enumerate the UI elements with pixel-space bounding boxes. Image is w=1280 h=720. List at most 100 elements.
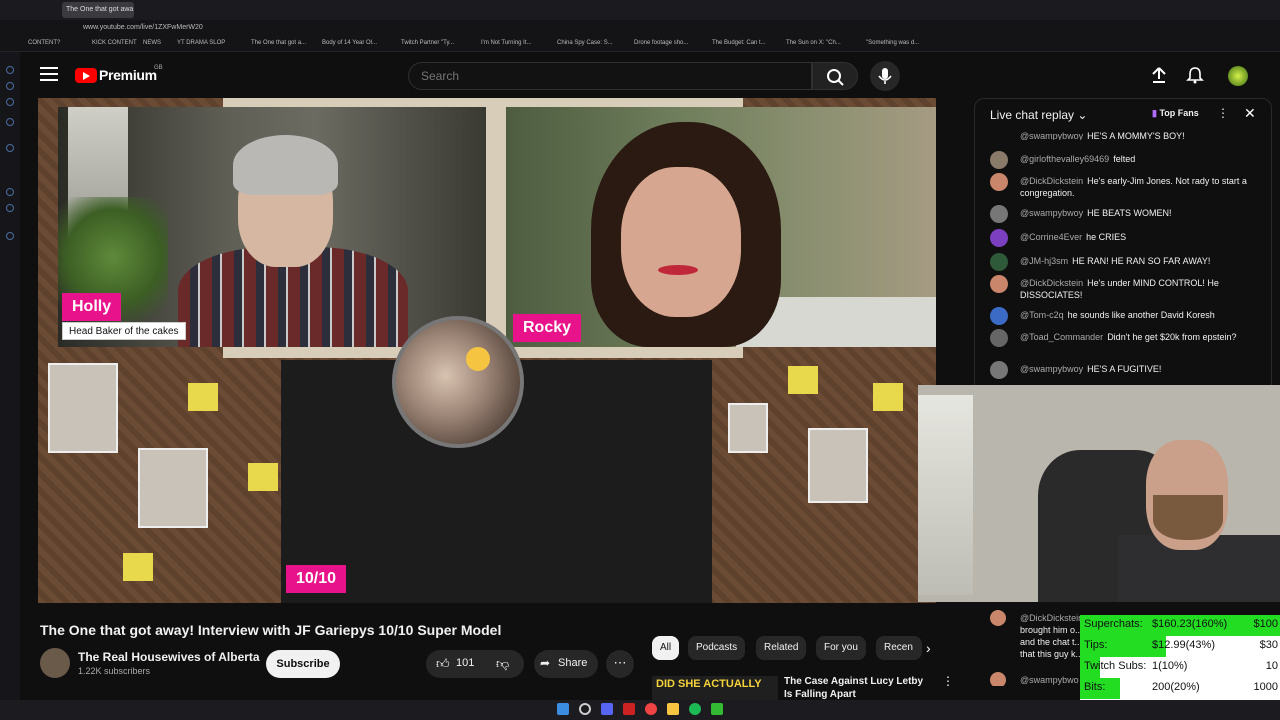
sidebar-icon[interactable] <box>6 66 14 74</box>
bookmark-item[interactable]: NEWS <box>143 40 161 46</box>
chip-all[interactable]: All <box>652 636 680 660</box>
more-actions-button[interactable]: ⋯ <box>606 650 634 678</box>
spotify-icon[interactable] <box>689 703 701 715</box>
like-icon[interactable]: 👍︎ <box>436 656 450 672</box>
goal-target: 1000 <box>1253 681 1278 693</box>
bookmark-item[interactable]: YT DRAMA SLOP <box>177 40 225 46</box>
chat-username[interactable]: @Tom-c2q <box>1020 310 1064 320</box>
goal-label: Tips: <box>1084 639 1108 651</box>
bookmark-item[interactable]: KICK CONTENT <box>92 40 137 46</box>
goal-row: Bits: 200(20%) 1000 <box>1080 678 1280 699</box>
chat-username[interactable]: @DickDickstein <box>1020 176 1083 186</box>
chat-avatar[interactable] <box>990 173 1008 191</box>
search-icon[interactable] <box>579 703 591 715</box>
voice-search-button[interactable] <box>870 61 900 91</box>
sidebar-icon[interactable] <box>6 188 14 196</box>
chevron-right-icon[interactable]: › <box>926 640 931 656</box>
discord-icon[interactable] <box>601 703 613 715</box>
bookmark-item[interactable]: Twitch Partner "Ty... <box>401 40 454 46</box>
menu-icon[interactable] <box>40 67 58 81</box>
opera-icon[interactable] <box>623 703 635 715</box>
notifications-bell-icon[interactable] <box>1186 66 1204 84</box>
guest-name-tag: 10/10 <box>286 565 347 593</box>
chat-avatar[interactable] <box>990 205 1008 223</box>
bookmark-item[interactable]: Body of 14 Year Ol... <box>322 40 377 46</box>
top-fans-badge[interactable]: ▮ Top Fans <box>1152 108 1199 119</box>
chat-username[interactable]: @swampybwo <box>1020 674 1080 686</box>
share-icon: ➦ <box>540 656 551 670</box>
chat-avatar[interactable] <box>990 672 1006 686</box>
upload-icon[interactable] <box>1150 66 1168 84</box>
premium-logo-text[interactable]: Premium <box>99 67 157 83</box>
chat-username[interactable]: @Toad_Commander <box>1020 332 1103 342</box>
chat-avatar[interactable] <box>990 229 1008 247</box>
goal-label: Twitch Subs: <box>1084 660 1147 672</box>
goal-target: $100 <box>1253 618 1278 630</box>
goal-target: 10 <box>1265 660 1278 672</box>
sidebar-icon[interactable] <box>6 144 14 152</box>
search-input[interactable] <box>408 62 812 90</box>
sidebar-icon[interactable] <box>6 118 14 126</box>
browser-icon[interactable] <box>645 703 657 715</box>
bookmark-item[interactable]: The Sun on X: "Ch... <box>786 40 841 46</box>
chat-avatar[interactable] <box>990 275 1008 293</box>
chat-mode-dropdown[interactable]: Live chat replay ⌄ <box>990 108 1087 122</box>
goal-row: Superchats: $160.23(160%) $100 <box>1080 615 1280 636</box>
chip-related[interactable]: Related <box>756 636 807 660</box>
chat-username[interactable]: @swampybwoy <box>1020 364 1083 374</box>
youtube-logo-icon[interactable] <box>75 68 97 83</box>
folder-icon[interactable] <box>667 703 679 715</box>
channel-name[interactable]: The Real Housewives of Alberta <box>78 650 260 664</box>
recommendation-title[interactable]: The Case Against Lucy Letby Is Falling A… <box>784 675 934 701</box>
chat-avatar[interactable] <box>990 329 1008 347</box>
goal-value: 200(20%) <box>1152 681 1200 693</box>
goal-value: 1(10%) <box>1152 660 1188 672</box>
search-button[interactable] <box>812 62 858 90</box>
chat-username[interactable]: @DickDickstein <box>1020 278 1083 288</box>
windows-start-icon[interactable] <box>557 703 569 715</box>
recommendation-thumbnail[interactable]: DID SHE ACTUALLY <box>652 676 778 700</box>
bookmark-item[interactable]: The Budget: Can t... <box>712 40 766 46</box>
subscribe-button[interactable]: Subscribe <box>266 650 340 678</box>
chat-menu-icon[interactable]: ⋮ <box>1217 106 1229 120</box>
chat-avatar[interactable] <box>990 307 1008 325</box>
bookmark-item[interactable]: "Something was d... <box>866 40 919 46</box>
goal-label: Bits: <box>1084 681 1106 693</box>
bookmark-item[interactable]: I'm Not Turning It... <box>481 40 532 46</box>
goal-value: $12.99(43%) <box>1152 639 1215 651</box>
dislike-icon[interactable]: 👎︎ <box>496 656 509 672</box>
close-icon[interactable]: ✕ <box>1244 105 1256 122</box>
top-fans-label: Top Fans <box>1159 108 1199 118</box>
more-vert-icon[interactable]: ⋮ <box>942 674 954 688</box>
chat-username[interactable]: @DickDickstein <box>1020 612 1080 624</box>
chat-username[interactable]: @swampybwoy <box>1020 131 1083 140</box>
sidebar-icon[interactable] <box>6 204 14 212</box>
chat-avatar[interactable] <box>990 361 1008 379</box>
url-field[interactable]: www.youtube.com/live/1ZXFwMerW20 <box>83 24 203 31</box>
chat-username[interactable]: @Corrine4Ever <box>1020 232 1082 242</box>
sidebar-icon[interactable] <box>6 232 14 240</box>
xbox-icon[interactable] <box>711 703 723 715</box>
browser-tab[interactable]: The One that got awa <box>62 2 134 18</box>
chip-recent[interactable]: Recen <box>876 636 922 660</box>
chat-avatar[interactable] <box>990 610 1006 626</box>
bookmark-item[interactable]: China Spy Case: S... <box>557 40 613 46</box>
search-icon <box>827 69 844 86</box>
chat-username[interactable]: @JM-hj3sm <box>1020 256 1068 266</box>
bookmark-item[interactable]: CONTENT? <box>28 40 60 46</box>
emoji-sticker-icon <box>466 347 490 371</box>
channel-avatar[interactable] <box>40 648 70 678</box>
bookmark-item[interactable]: The One that got a... <box>251 40 306 46</box>
bookmark-item[interactable]: Drone footage sho... <box>634 40 688 46</box>
chat-avatar[interactable] <box>990 151 1008 169</box>
chat-username[interactable]: @girlofthevalley69469 <box>1020 154 1109 164</box>
chat-avatar[interactable] <box>990 253 1008 271</box>
chip-podcasts[interactable]: Podcasts <box>688 636 746 660</box>
chip-for-you[interactable]: For you <box>816 636 866 660</box>
chat-text: felted <box>1113 154 1136 164</box>
sidebar-icon[interactable] <box>6 98 14 106</box>
account-avatar[interactable] <box>1228 66 1248 86</box>
video-title: The One that got away! Interview with JF… <box>40 622 502 638</box>
chat-username[interactable]: @swampybwoy <box>1020 208 1083 218</box>
sidebar-icon[interactable] <box>6 82 14 90</box>
